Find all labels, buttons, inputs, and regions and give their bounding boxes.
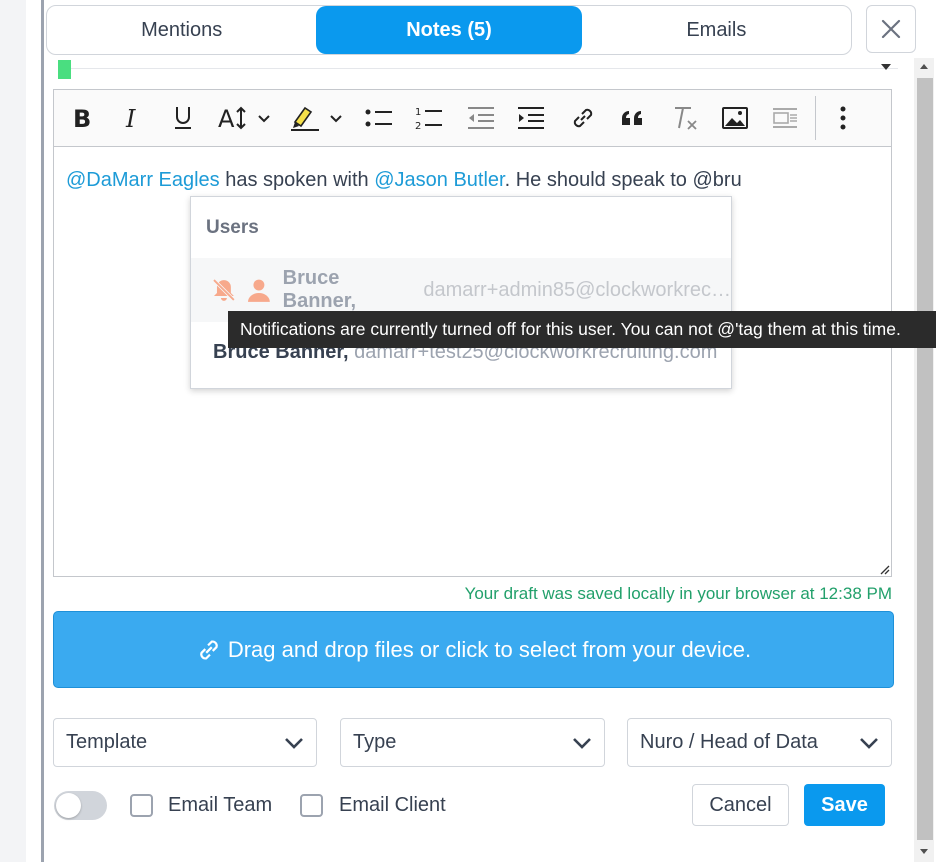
numbered-list-button[interactable]: 12	[412, 100, 446, 136]
toolbar-separator	[815, 96, 816, 140]
more-options-icon	[840, 106, 846, 130]
privacy-toggle[interactable]	[54, 791, 107, 820]
template-select[interactable]: Template	[53, 718, 317, 767]
underline-icon	[175, 107, 191, 129]
tab-notes[interactable]: Notes (5)	[316, 6, 582, 54]
email-team-checkbox[interactable]	[130, 794, 153, 817]
chevron-down-icon	[285, 737, 303, 749]
svg-text:1: 1	[415, 107, 421, 118]
editor-text: has spoken with	[219, 169, 375, 191]
insert-image-button[interactable]	[718, 100, 752, 136]
italic-icon: I	[125, 105, 136, 131]
outdent-button[interactable]	[464, 100, 498, 136]
editor-toolbar: B I A 12	[54, 90, 891, 147]
collapse-arrow-icon[interactable]	[878, 60, 894, 74]
scroll-up-icon[interactable]	[917, 60, 931, 74]
svg-text:I: I	[125, 105, 136, 131]
bold-button[interactable]: B	[68, 100, 98, 136]
close-button[interactable]	[866, 5, 916, 53]
popup-header: Users	[206, 217, 259, 238]
mention-suggestions-popup: Users Bruce Banner, damarr+admin85@clock…	[190, 196, 732, 389]
tab-bar: Mentions Notes (5) Emails	[46, 5, 852, 55]
chevron-down-icon	[860, 737, 878, 749]
media-embed-icon	[773, 108, 797, 128]
save-button[interactable]: Save	[804, 784, 885, 826]
indent-button[interactable]	[514, 100, 548, 136]
svg-text:2: 2	[415, 121, 421, 132]
status-marker	[58, 60, 71, 79]
tab-mentions[interactable]: Mentions	[49, 6, 314, 54]
template-select-value: Template	[66, 731, 148, 753]
dropzone-label: Drag and drop files or click to select f…	[227, 636, 752, 662]
notifications-off-tooltip: Notifications are currently turned off f…	[228, 311, 936, 348]
notifications-off-icon	[212, 278, 236, 302]
mention-tag[interactable]: @Jason Butler	[374, 169, 504, 191]
bulleted-list-icon	[365, 109, 392, 127]
email-client-checkbox[interactable]	[300, 794, 323, 817]
mention-tag[interactable]: @DaMarr Eagles	[66, 169, 220, 191]
outdent-icon	[468, 107, 494, 129]
type-select-value: Type	[353, 731, 397, 753]
highlight-button[interactable]	[288, 100, 350, 136]
blockquote-button[interactable]	[616, 100, 650, 136]
editor-text: . He should speak to @bru	[504, 169, 742, 191]
type-select[interactable]: Type	[340, 718, 605, 767]
link-icon	[573, 108, 593, 128]
svg-text:B: B	[73, 105, 91, 131]
scroll-down-icon[interactable]	[917, 844, 931, 858]
file-dropzone[interactable]: Drag and drop files or click to select f…	[53, 611, 894, 688]
suggestion-user-email: damarr+admin85@clockworkrec…	[423, 278, 731, 301]
media-embed-button[interactable]	[768, 100, 802, 136]
more-options-button[interactable]	[830, 100, 856, 136]
svg-text:A: A	[218, 105, 235, 132]
project-select-value: Nuro / Head of Data	[640, 731, 818, 753]
draft-saved-status: Your draft was saved locally in your bro…	[464, 584, 892, 603]
remove-format-icon	[675, 107, 697, 130]
highlight-icon	[291, 106, 342, 131]
link-icon	[200, 640, 218, 659]
close-icon	[881, 19, 901, 39]
italic-button[interactable]: I	[118, 100, 148, 136]
page-left-strip	[0, 0, 26, 862]
link-button[interactable]	[566, 100, 600, 136]
bold-icon: B	[73, 105, 91, 131]
user-avatar-icon	[247, 279, 270, 302]
panel-left-border	[41, 0, 44, 862]
font-size-icon: A	[218, 105, 270, 132]
cancel-button[interactable]: Cancel	[692, 784, 789, 826]
underline-button[interactable]	[168, 100, 198, 136]
email-client-label[interactable]: Email Client	[339, 794, 446, 817]
resize-handle-icon[interactable]	[878, 563, 890, 575]
indent-icon	[518, 107, 544, 129]
numbered-list-icon: 12	[415, 107, 442, 132]
image-icon	[722, 107, 748, 129]
project-select[interactable]: Nuro / Head of Data	[627, 718, 892, 767]
font-size-button[interactable]: A	[216, 100, 276, 136]
tab-emails[interactable]: Emails	[584, 6, 849, 54]
toggle-knob	[56, 793, 81, 818]
email-team-label[interactable]: Email Team	[168, 794, 272, 817]
previous-note-separator	[58, 68, 898, 69]
bulleted-list-button[interactable]	[362, 100, 396, 136]
scrollbar-thumb[interactable]	[917, 78, 933, 840]
suggestion-user-name: Bruce Banner,	[282, 267, 356, 312]
blockquote-icon	[622, 111, 642, 125]
remove-format-button[interactable]	[668, 100, 702, 136]
chevron-down-icon	[573, 737, 591, 749]
